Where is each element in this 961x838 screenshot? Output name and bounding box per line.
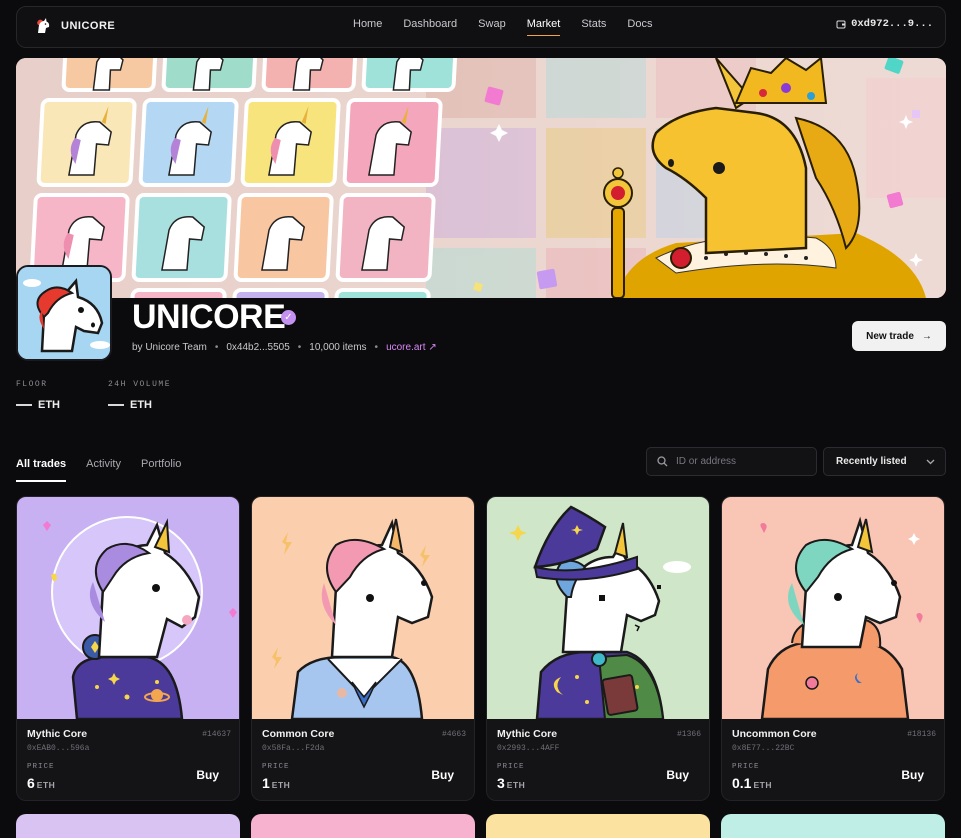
nav-links: Home Dashboard Swap Market Stats Docs bbox=[353, 18, 652, 36]
price-label: PRICE bbox=[732, 763, 760, 771]
nft-artwork-hoodie bbox=[722, 497, 944, 719]
nft-artwork-sailor bbox=[252, 497, 474, 719]
chevron-down-icon bbox=[926, 459, 935, 464]
card-price: 6 ETH bbox=[27, 775, 56, 791]
tab-bar: All trades Activity Portfolio bbox=[16, 458, 181, 482]
new-trade-button[interactable]: New trade → bbox=[852, 321, 946, 351]
buy-button[interactable]: Buy bbox=[431, 768, 454, 782]
top-nav: UNICORE Home Dashboard Swap Market Stats… bbox=[16, 6, 946, 48]
nft-card[interactable]: Common Core #4663 0x58Fa...F2da PRICE 1E… bbox=[251, 496, 475, 801]
card-owner-address: 0xEAB0...596a bbox=[27, 744, 90, 753]
separator-dot: • bbox=[374, 342, 379, 353]
nft-card-partial[interactable] bbox=[251, 814, 475, 838]
stat-floor: FLOOR ETH bbox=[16, 380, 60, 411]
contract-address[interactable]: 0x44b2...5505 bbox=[226, 342, 289, 353]
external-link-icon: ↗ bbox=[428, 342, 437, 353]
search-icon bbox=[657, 456, 668, 467]
search-box bbox=[646, 447, 817, 476]
collection-avatar bbox=[16, 265, 112, 361]
card-owner-address: 0x2993...4AFF bbox=[497, 744, 560, 753]
nft-artwork-wizard bbox=[487, 497, 709, 719]
collection-title: UNICORE bbox=[132, 298, 286, 336]
stat-label: 24H VOLUME bbox=[108, 380, 172, 389]
separator-dot: • bbox=[297, 342, 302, 353]
card-price: 1 ETH bbox=[262, 775, 291, 791]
collection-banner bbox=[16, 58, 946, 298]
banner-artwork bbox=[16, 58, 946, 298]
unicorn-logo-icon bbox=[37, 18, 50, 33]
empty-value-dash bbox=[108, 404, 124, 406]
nft-card-partial[interactable] bbox=[16, 814, 240, 838]
card-owner-address: 0x8E77...22BC bbox=[732, 744, 795, 753]
unicorn-avatar-icon bbox=[18, 267, 110, 359]
nft-card[interactable]: Mythic Core #14637 0xEAB0...596a PRICE 6… bbox=[16, 496, 240, 801]
price-label: PRICE bbox=[27, 763, 55, 771]
card-owner-address: 0x58Fa...F2da bbox=[262, 744, 325, 753]
card-info: Uncommon Core #18136 0x8E77...22BC PRICE… bbox=[722, 719, 944, 800]
stat-volume: 24H VOLUME ETH bbox=[108, 380, 171, 411]
card-info: Mythic Core #14637 0xEAB0...596a PRICE 6… bbox=[17, 719, 239, 800]
nft-card[interactable]: Mythic Core #1366 0x2993...4AFF PRICE 3E… bbox=[486, 496, 710, 801]
verified-badge-icon: ✓ bbox=[281, 310, 296, 325]
buy-button[interactable]: Buy bbox=[196, 768, 219, 782]
sort-selected: Recently listed bbox=[836, 456, 907, 467]
wallet-icon bbox=[836, 20, 846, 29]
buy-button[interactable]: Buy bbox=[666, 768, 689, 782]
separator-dot: • bbox=[214, 342, 219, 353]
nav-link-market[interactable]: Market bbox=[526, 18, 561, 36]
empty-value-dash bbox=[16, 404, 32, 406]
website-link[interactable]: ucore.art ↗ bbox=[386, 342, 437, 353]
stat-label: FLOOR bbox=[16, 380, 48, 389]
price-label: PRICE bbox=[497, 763, 525, 771]
card-name: Mythic Core bbox=[497, 728, 558, 740]
card-token-id: #4663 bbox=[441, 730, 466, 739]
card-token-id: #18136 bbox=[907, 730, 936, 739]
card-name: Uncommon Core bbox=[732, 728, 817, 740]
nft-card[interactable]: Uncommon Core #18136 0x8E77...22BC PRICE… bbox=[721, 496, 945, 801]
search-input[interactable] bbox=[676, 456, 806, 467]
collection-creator: by Unicore Team bbox=[132, 342, 207, 353]
card-info: Mythic Core #1366 0x2993...4AFF PRICE 3E… bbox=[487, 719, 709, 800]
nft-artwork-astronaut bbox=[17, 497, 239, 719]
nft-card-partial[interactable] bbox=[721, 814, 945, 838]
nav-link-home[interactable]: Home bbox=[353, 18, 382, 36]
card-token-id: #1366 bbox=[676, 730, 701, 739]
wallet-button[interactable]: 0xd972...9... bbox=[836, 18, 933, 30]
price-label: PRICE bbox=[262, 763, 290, 771]
card-info: Common Core #4663 0x58Fa...F2da PRICE 1E… bbox=[252, 719, 474, 800]
arrow-right-icon: → bbox=[921, 330, 932, 342]
tab-portfolio[interactable]: Portfolio bbox=[141, 458, 181, 482]
nav-link-swap[interactable]: Swap bbox=[478, 18, 506, 36]
tab-all-trades[interactable]: All trades bbox=[16, 458, 67, 482]
card-name: Common Core bbox=[262, 728, 335, 740]
nav-link-dashboard[interactable]: Dashboard bbox=[403, 18, 457, 36]
nav-link-docs[interactable]: Docs bbox=[627, 18, 652, 36]
stat-value: ETH bbox=[38, 399, 60, 411]
item-count: 10,000 items bbox=[309, 342, 367, 353]
nft-card-partial[interactable] bbox=[486, 814, 710, 838]
buy-button[interactable]: Buy bbox=[901, 768, 924, 782]
collection-meta: by Unicore Team • 0x44b2...5505 • 10,000… bbox=[132, 342, 437, 353]
card-price: 3 ETH bbox=[497, 775, 526, 791]
nav-link-stats[interactable]: Stats bbox=[581, 18, 606, 36]
brand[interactable]: UNICORE bbox=[33, 16, 115, 36]
tab-activity[interactable]: Activity bbox=[86, 458, 121, 482]
card-name: Mythic Core bbox=[27, 728, 88, 740]
sort-dropdown[interactable]: Recently listed bbox=[823, 447, 946, 476]
stat-value: ETH bbox=[130, 399, 152, 411]
card-price: 0.1 ETH bbox=[732, 775, 772, 791]
brand-name: UNICORE bbox=[61, 20, 116, 32]
wallet-address: 0xd972...9... bbox=[851, 18, 933, 30]
card-token-id: #14637 bbox=[202, 730, 231, 739]
